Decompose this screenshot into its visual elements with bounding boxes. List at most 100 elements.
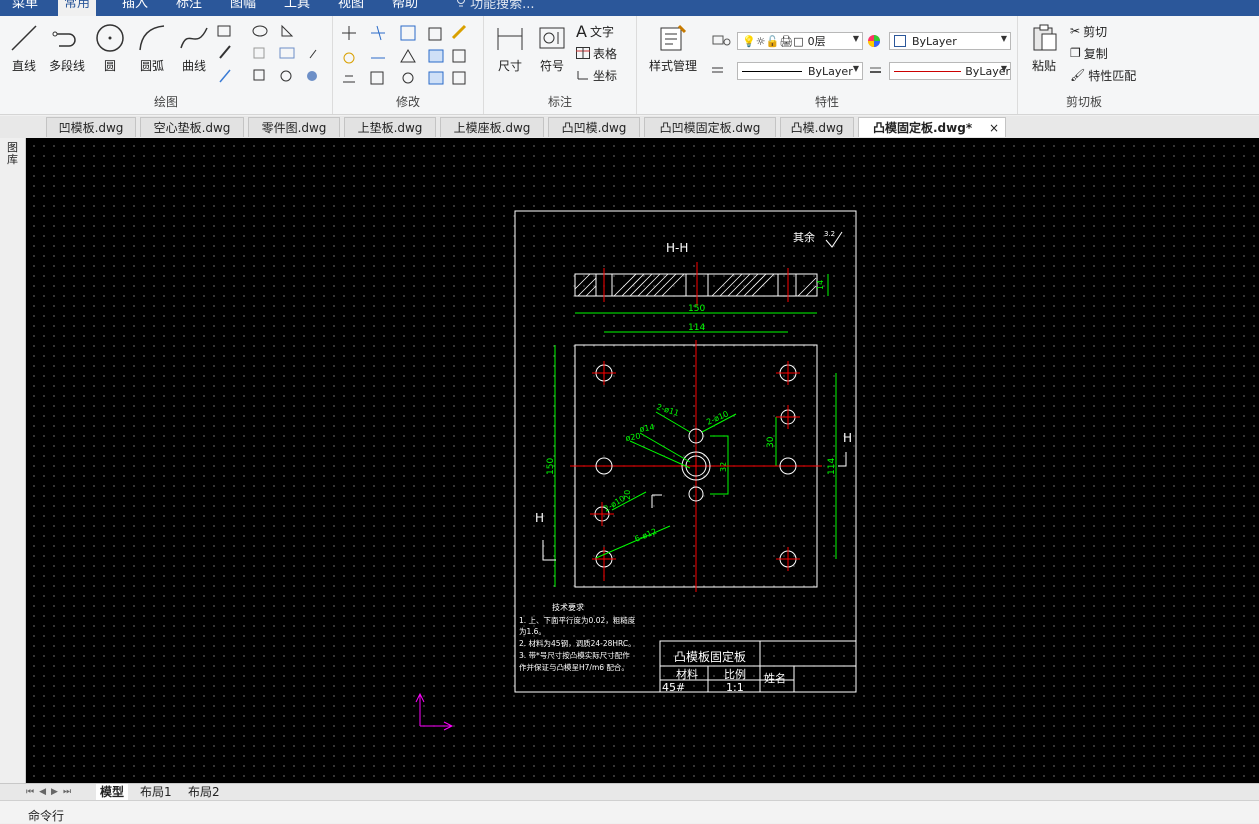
layer-value: 0层 xyxy=(807,35,826,48)
arc-button[interactable]: 圆弧 xyxy=(132,22,172,74)
curve-label: 曲线 xyxy=(181,59,206,73)
svg-text:3. 带*号尺寸按凸模实际尺寸配作: 3. 带*号尺寸按凸模实际尺寸配作 xyxy=(519,650,630,660)
tab-doc-7[interactable]: 凸模.dwg xyxy=(780,117,854,137)
copy-icon: ❐ xyxy=(1070,46,1081,60)
tab-doc-5[interactable]: 凸凹模.dwg xyxy=(548,117,640,137)
circle-label: 圆 xyxy=(103,59,116,73)
menu-item-tools[interactable]: 工具 xyxy=(278,0,316,16)
modify-tools-icon[interactable] xyxy=(341,22,477,88)
lightbulb-icon xyxy=(457,0,465,7)
text-button[interactable]: A 文字 xyxy=(576,21,614,41)
tab-doc-1[interactable]: 空心垫板.dwg xyxy=(140,117,244,137)
layout-bar: ⏮◀▶⏭ 模型 布局1 布局2 xyxy=(0,783,1259,801)
match-properties-button[interactable]: 🖌 特性匹配 xyxy=(1070,66,1136,84)
svg-text:ø20: ø20 xyxy=(625,431,641,442)
layout-tab-1[interactable]: 布局1 xyxy=(140,784,172,800)
svg-text:为1.6。: 为1.6。 xyxy=(519,626,546,636)
roughness-value: 3.2 xyxy=(824,230,835,238)
menu-item-help[interactable]: 帮助 xyxy=(386,0,424,16)
linetype-value: ByLayer xyxy=(808,64,853,78)
drawing-canvas[interactable]: H-H 其余 3.2 14 150 114 150 114 30 32 20 2… xyxy=(26,138,1259,783)
dim-30: 30 xyxy=(766,436,776,448)
cut-button[interactable]: ✂ 剪切 xyxy=(1070,22,1107,40)
table-button[interactable]: 表格 xyxy=(576,44,617,62)
tab-doc-2[interactable]: 零件图.dwg xyxy=(248,117,340,137)
group-clipboard-label: 剪切板 xyxy=(1065,95,1102,109)
circle-button[interactable]: 圆 xyxy=(90,22,130,74)
lineweight-preview xyxy=(894,70,962,72)
group-draw-label: 绘图 xyxy=(153,95,178,109)
color-wheel-icon[interactable] xyxy=(867,34,881,48)
layout-tab-2[interactable]: 布局2 xyxy=(188,784,220,800)
symbol-icon xyxy=(539,27,565,49)
svg-text:1. 上、下面平行度为0.02，粗糙度: 1. 上、下面平行度为0.02，粗糙度 xyxy=(519,615,636,625)
line-label: 直线 xyxy=(11,59,36,73)
curve-button[interactable]: 曲线 xyxy=(174,22,214,74)
dim-114: 114 xyxy=(688,323,705,333)
color-dropdown[interactable]: ByLayer ▼ xyxy=(889,32,1011,50)
group-clipboard: 粘贴 ✂ 剪切 ❐ 复制 🖌 特性匹配 剪切板 xyxy=(1018,16,1150,114)
copy-button[interactable]: ❐ 复制 xyxy=(1070,44,1108,62)
dimension-icon xyxy=(497,28,523,50)
notes-list: 1. 上、下面平行度为0.02，粗糙度 为1.6。 2. 材料为45钢，调质24… xyxy=(519,615,636,672)
symbol-button[interactable]: 符号 xyxy=(532,22,572,74)
tab-doc-6[interactable]: 凸凹模固定板.dwg xyxy=(644,117,776,137)
ribbon: 直线 多段线 圆 圆弧 曲线 绘图 修改 尺寸 符号 A 文字 表格 坐标 标注… xyxy=(0,16,1259,115)
menu-item-home[interactable]: 常用 xyxy=(58,0,97,16)
table-label: 表格 xyxy=(593,46,618,61)
command-line[interactable]: 命令行 xyxy=(0,800,1259,823)
section-arrow-left xyxy=(542,540,556,561)
layer-dropdown[interactable]: 💡☼🔓🖨□ 0层 ▼ xyxy=(737,32,863,50)
group-properties: 样式管理 💡☼🔓🖨□ 0层 ▼ ByLayer ▼ ByLayer ▼ ByLayer ▼… xyxy=(637,16,1018,114)
dim-v150: 150 xyxy=(546,458,556,475)
coordinate-icon xyxy=(577,71,588,80)
draw-small-tools-icon[interactable] xyxy=(216,22,326,88)
layout-tab-model[interactable]: 模型 xyxy=(96,784,129,800)
layer-state-icons: 💡☼🔓🖨□ xyxy=(742,34,804,48)
cut-marker xyxy=(651,494,662,508)
menu-item-insert[interactable]: 插入 xyxy=(116,0,154,16)
svg-text:2-ø11: 2-ø11 xyxy=(655,402,680,418)
table-icon xyxy=(576,47,590,59)
tab-close-icon[interactable]: × xyxy=(989,118,999,138)
lineweight-icon[interactable] xyxy=(869,66,883,76)
notes-title: 技术要求 xyxy=(552,602,584,612)
cut-label: 剪切 xyxy=(1083,24,1108,39)
section-marker-right: H xyxy=(843,431,852,445)
tab-doc-4[interactable]: 上模座板.dwg xyxy=(440,117,544,137)
polyline-button[interactable]: 多段线 xyxy=(46,22,88,74)
dimension-button[interactable]: 尺寸 xyxy=(490,22,530,74)
hole-centermarks xyxy=(590,361,800,581)
title-block-scale-label: 比例 xyxy=(724,667,746,681)
tab-doc-3[interactable]: 上垫板.dwg xyxy=(344,117,436,137)
arc-label: 圆弧 xyxy=(139,59,164,73)
linetype-list-icon[interactable] xyxy=(711,66,725,76)
section-label: H-H xyxy=(666,241,688,255)
svg-text:6-ø12: 6-ø12 xyxy=(633,527,658,544)
linetype-dropdown[interactable]: ByLayer ▼ xyxy=(737,62,863,80)
drawing-svg[interactable]: H-H 其余 3.2 14 150 114 150 114 30 32 20 2… xyxy=(26,138,1259,783)
coord-button[interactable]: 坐标 xyxy=(576,66,617,84)
menu-item-annotate[interactable]: 标注 xyxy=(170,0,208,16)
layer-manager-icon[interactable] xyxy=(709,34,735,48)
group-dimension: 尺寸 符号 A 文字 表格 坐标 标注 xyxy=(484,16,637,114)
dim-150: 150 xyxy=(688,304,705,314)
text-icon: A xyxy=(576,21,587,41)
section-arrow-right xyxy=(838,452,847,467)
menu-item-view[interactable]: 视图 xyxy=(332,0,370,16)
lineweight-dropdown[interactable]: ByLayer ▼ xyxy=(889,62,1011,80)
menu-item-sheet[interactable]: 图幅 xyxy=(224,0,262,16)
search-box[interactable]: 功能搜索... xyxy=(450,0,541,16)
paste-button[interactable]: 粘贴 xyxy=(1024,22,1064,74)
library-strip[interactable]: 图库 xyxy=(0,138,26,783)
layout-nav-icons[interactable]: ⏮◀▶⏭ xyxy=(26,784,76,800)
line-button[interactable]: 直线 xyxy=(4,22,44,74)
copy-label: 复制 xyxy=(1083,46,1108,61)
brush-icon: 🖌 xyxy=(1070,68,1086,82)
style-manager-icon xyxy=(660,24,687,51)
callout-labels: 2-ø11 2-ø10 ø14 ø20 2-ø10 6-ø12 xyxy=(602,402,730,544)
style-manager-button[interactable]: 样式管理 xyxy=(645,22,701,74)
tab-doc-active[interactable]: 凸模固定板.dwg* × xyxy=(858,117,1006,137)
menu-item-menu[interactable]: 菜单 xyxy=(6,0,44,16)
tab-doc-0[interactable]: 凹模板.dwg xyxy=(46,117,136,137)
